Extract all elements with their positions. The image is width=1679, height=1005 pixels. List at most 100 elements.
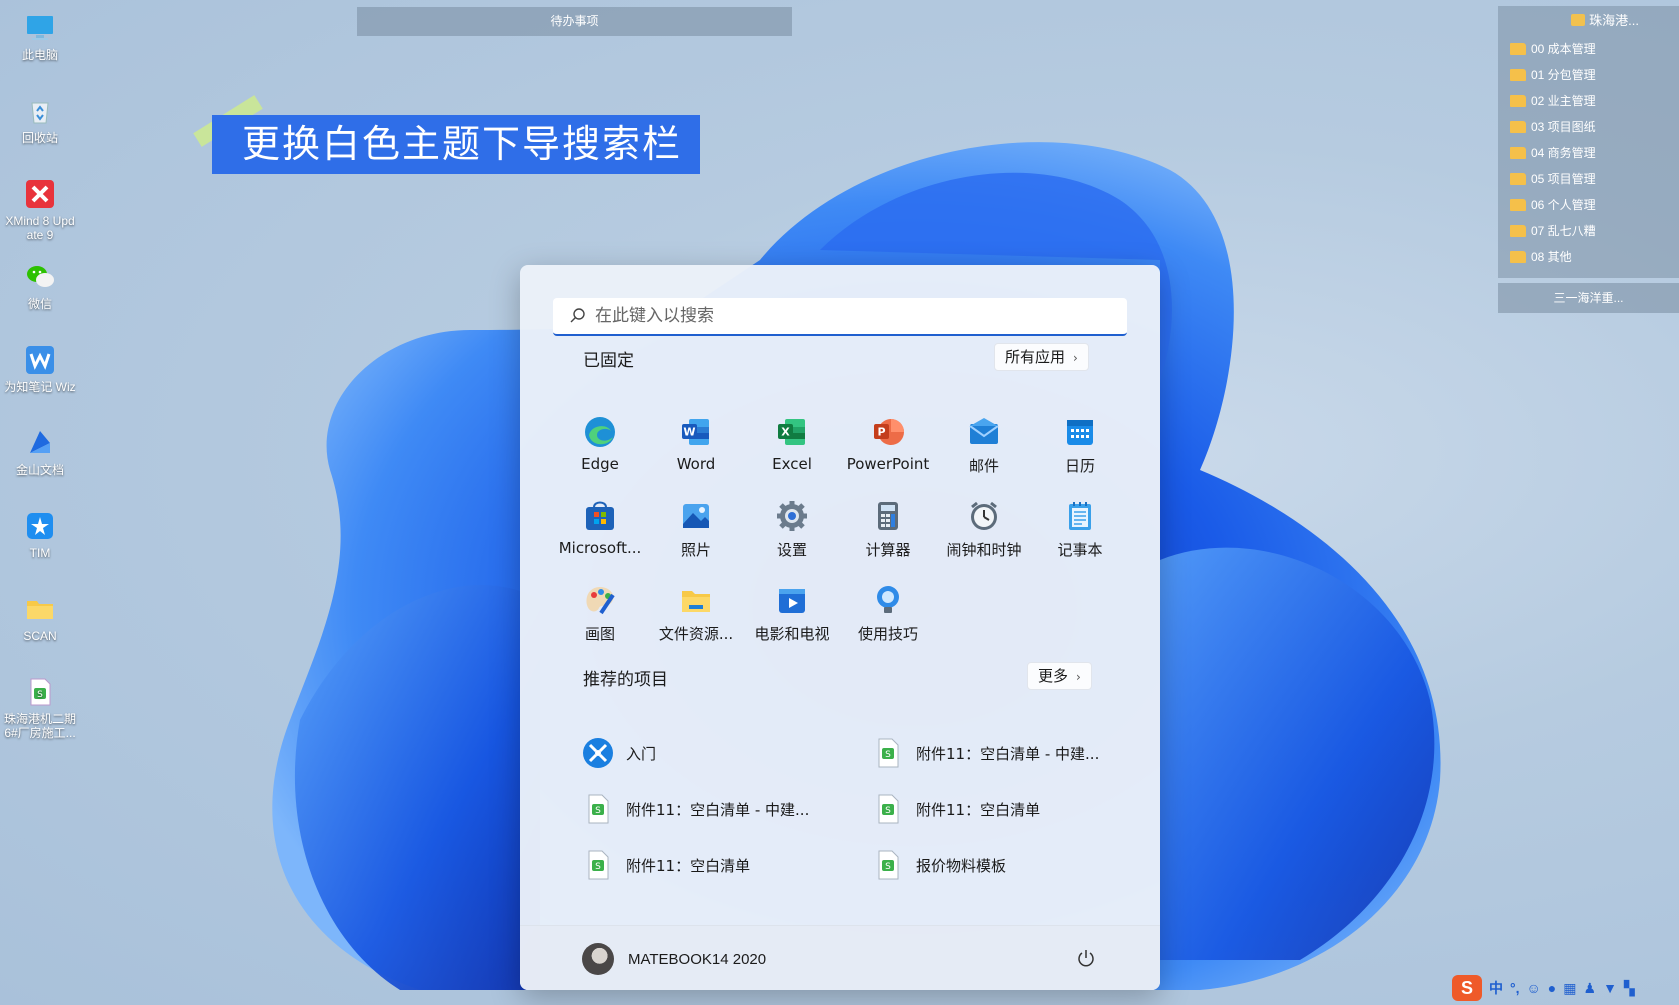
pinned-app-notepad[interactable]: 记事本: [1032, 499, 1128, 560]
folder-item[interactable]: 07 乱七八糟: [1498, 218, 1679, 244]
svg-text:S: S: [885, 862, 891, 872]
folder-icon: [1510, 225, 1526, 237]
folder-item[interactable]: 02 业主管理: [1498, 88, 1679, 114]
desktop-icon-tim[interactable]: TIM: [0, 510, 80, 560]
desktop-icon-recycle-bin[interactable]: 回收站: [0, 95, 80, 145]
svg-text:W: W: [683, 426, 695, 439]
folder-item[interactable]: 03 项目图纸: [1498, 114, 1679, 140]
folder-item[interactable]: 00 成本管理: [1498, 36, 1679, 62]
pinned-app-word[interactable]: W Word: [648, 415, 744, 473]
tips-icon: [877, 586, 899, 613]
desktop-icon-this-pc[interactable]: 此电脑: [0, 12, 80, 62]
pinned-app-powerpoint[interactable]: P PowerPoint: [840, 415, 936, 473]
chevron-right-icon: ›: [1076, 670, 1081, 684]
todo-widget-bar[interactable]: 待办事项: [357, 7, 792, 36]
file-explorer-icon: [682, 591, 710, 612]
pinned-app-mail[interactable]: 邮件: [936, 415, 1032, 476]
desktop-icon-wiznote[interactable]: 为知笔记 Wiz: [0, 344, 80, 394]
folder-fence-panel: 珠海港... 00 成本管理 01 分包管理 02 业主管理 03 项目图纸 0…: [1498, 6, 1679, 278]
pinned-app-excel[interactable]: X Excel: [744, 415, 840, 473]
search-icon: [570, 308, 585, 323]
folder-icon: [1510, 69, 1526, 81]
user-account-button[interactable]: MATEBOOK14 2020: [582, 943, 766, 975]
folder-icon: [1510, 95, 1526, 107]
toolbox-icon[interactable]: ▚: [1624, 980, 1635, 997]
desktop-icon-scan-folder[interactable]: SCAN: [0, 593, 80, 643]
sogou-ime-icon[interactable]: S: [1452, 975, 1482, 1001]
pinned-app-photos[interactable]: 照片: [648, 499, 744, 560]
recommended-item[interactable]: S 附件11：空白清单 - 中建...: [872, 733, 1099, 773]
recommended-item[interactable]: S 附件11：空白清单 - 中建...: [582, 789, 809, 829]
svg-text:X: X: [781, 426, 790, 439]
pinned-app-edge[interactable]: Edge: [552, 415, 648, 473]
folder-panel-header[interactable]: 珠海港...: [1498, 6, 1679, 36]
all-apps-button[interactable]: 所有应用 ›: [994, 343, 1089, 371]
svg-text:S: S: [885, 750, 891, 760]
desktop-icon-kdocs[interactable]: 金山文档: [0, 427, 80, 477]
desktop-icon-xmind[interactable]: XMind 8 Update 9: [0, 178, 80, 242]
avatar: [582, 943, 614, 975]
mail-icon: [969, 418, 999, 444]
folder-icon: [1510, 251, 1526, 263]
pinned-app-file-explorer[interactable]: 文件资源...: [648, 583, 744, 644]
desktop-icon-spreadsheet-file[interactable]: S 珠海港机二期6#厂房施工...: [0, 676, 80, 740]
ime-punctuation-toggle[interactable]: °,: [1510, 980, 1520, 996]
search-input[interactable]: [595, 306, 1095, 326]
excel-icon: X: [778, 419, 805, 445]
emoji-icon[interactable]: ☺: [1527, 980, 1541, 996]
folder-item[interactable]: 08 其他: [1498, 244, 1679, 270]
recycle-bin-icon: [31, 102, 49, 124]
edge-icon: [585, 417, 615, 447]
folder-item[interactable]: 01 分包管理: [1498, 62, 1679, 88]
svg-text:S: S: [885, 806, 891, 816]
video-caption: 更换白色主题下导搜索栏: [212, 115, 700, 174]
xmind-icon: [26, 180, 54, 208]
folder-item[interactable]: 06 个人管理: [1498, 192, 1679, 218]
wiznote-icon: [26, 346, 54, 374]
kdocs-icon: [30, 431, 50, 453]
folder-panel-icon: [1571, 14, 1586, 26]
recommended-item[interactable]: S 附件11：空白清单: [582, 845, 750, 885]
user-icon[interactable]: ♟: [1584, 980, 1597, 997]
pinned-app-paint[interactable]: 画图: [552, 583, 648, 644]
pinned-app-movies-tv[interactable]: 电影和电视: [744, 583, 840, 644]
clock-icon: [971, 501, 997, 530]
movies-icon: [779, 589, 805, 613]
folder-item[interactable]: 04 商务管理: [1498, 140, 1679, 166]
power-icon[interactable]: [1076, 948, 1096, 968]
ime-language-toggle[interactable]: 中: [1489, 978, 1503, 998]
svg-text:P: P: [877, 426, 885, 439]
photos-icon: [683, 504, 709, 528]
calculator-icon: [878, 502, 898, 530]
pinned-app-alarms-clock[interactable]: 闹钟和时钟: [936, 499, 1032, 560]
spreadsheet-icon: S: [30, 678, 51, 706]
recommended-item[interactable]: S 附件11：空白清单: [872, 789, 1040, 829]
pinned-app-microsoft-store[interactable]: Microsoft...: [552, 499, 648, 557]
ime-toolbar: S 中 °, ☺ ● ▦ ♟ ▼ ▚: [1452, 972, 1642, 1004]
spreadsheet-icon: S: [588, 794, 609, 824]
pinned-app-calculator[interactable]: 计算器: [840, 499, 936, 560]
second-fence-panel[interactable]: 三一海洋重...: [1498, 283, 1679, 313]
folder-icon: [1510, 43, 1526, 55]
more-button[interactable]: 更多 ›: [1027, 662, 1092, 690]
search-box[interactable]: [553, 298, 1127, 336]
store-icon: [586, 501, 614, 530]
wechat-icon: [27, 266, 54, 287]
settings-icon: [777, 501, 807, 531]
notepad-icon: [1069, 502, 1091, 530]
folder-icon: [1510, 199, 1526, 211]
microphone-icon[interactable]: ●: [1548, 980, 1556, 996]
skin-icon[interactable]: ▼: [1603, 980, 1617, 996]
folder-item[interactable]: 05 项目管理: [1498, 166, 1679, 192]
spreadsheet-icon: S: [588, 850, 609, 880]
pinned-app-calendar[interactable]: 日历: [1032, 415, 1128, 476]
recommended-item[interactable]: 入门: [582, 733, 656, 773]
pinned-app-settings[interactable]: 设置: [744, 499, 840, 560]
pinned-app-tips[interactable]: 使用技巧: [840, 583, 936, 644]
recommended-item[interactable]: S 报价物料模板: [872, 845, 1006, 885]
folder-icon: [27, 601, 53, 619]
svg-text:S: S: [595, 862, 601, 872]
chevron-right-icon: ›: [1073, 351, 1078, 365]
keyboard-icon[interactable]: ▦: [1563, 980, 1576, 997]
desktop-icon-wechat[interactable]: 微信: [0, 261, 80, 311]
